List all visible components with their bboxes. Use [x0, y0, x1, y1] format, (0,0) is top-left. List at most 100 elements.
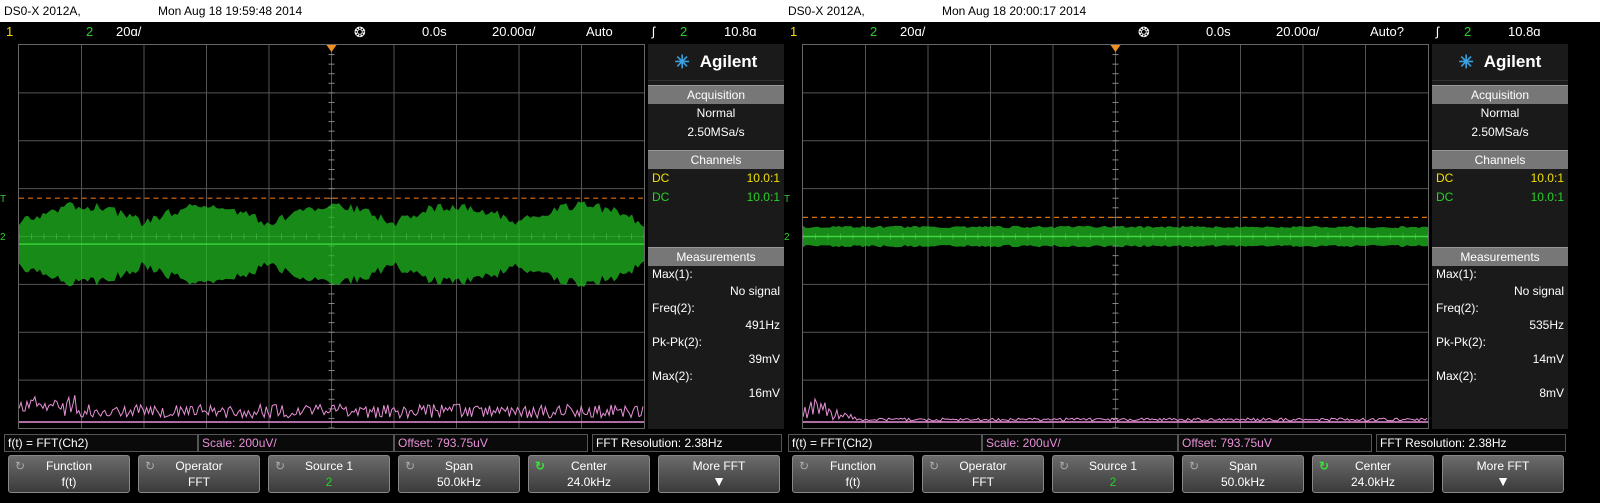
channels-header: Channels — [1432, 150, 1568, 169]
trigger-level: 10.8ɑ — [724, 22, 757, 42]
span-softkey[interactable]: ↻ Span 50.0kHz — [1182, 455, 1304, 493]
datetime-label: Mon Aug 18 19:59:48 2014 — [158, 0, 302, 22]
rotate-knob-icon: ↻ — [275, 458, 285, 474]
run-status-icon: ❂ — [1138, 22, 1150, 42]
fft-scale: Scale: 200uV/ — [982, 434, 1178, 452]
fft-info-bar: f(t) = FFT(Ch2) Scale: 200uV/ Offset: 79… — [784, 434, 1600, 452]
rotate-knob-icon: ↻ — [405, 458, 415, 474]
more-fft-softkey[interactable]: More FFT ▼ — [1442, 455, 1564, 493]
trigger-level: 10.8ɑ — [1508, 22, 1541, 42]
meas-value: 39mV — [648, 351, 784, 368]
function-softkey[interactable]: ↻ Function f(t) — [792, 455, 914, 493]
meas-label: Max(2): — [1432, 368, 1568, 385]
channel-row: DC 10.0:1 — [1432, 188, 1568, 207]
arrow-down-icon: ▼ — [659, 474, 779, 488]
trigger-position-icon — [327, 45, 337, 52]
time-position: 0.0s — [422, 22, 447, 42]
meas-label: Pk-Pk(2): — [1432, 334, 1568, 351]
trigger-level-marker: T — [784, 194, 802, 205]
softkey-bar: ↻ Function f(t) ↻ Operator FFT ↻ Source 12 ↻ S… — [784, 455, 1600, 501]
meas-value: 14mV — [1432, 351, 1568, 368]
measurements-header: Measurements — [1432, 247, 1568, 266]
title-bar: DS0-X 2012A, Mon Aug 18 19:59:48 2014 — [0, 0, 784, 22]
trigger-slope-icon: ʃ — [652, 22, 655, 42]
measurements-header: Measurements — [648, 247, 784, 266]
center-softkey[interactable]: ↻ Center 24.0kHz — [1312, 455, 1434, 493]
acquisition-header: Acquisition — [1432, 85, 1568, 104]
source1-softkey[interactable]: ↻ Source 12 — [268, 455, 390, 493]
active-knob-icon: ↻ — [1319, 458, 1329, 474]
ch2-ground-marker: 2 — [784, 232, 802, 243]
waveform-display[interactable] — [802, 44, 1429, 429]
scope-screen-right: DS0-X 2012A, Mon Aug 18 20:00:17 2014 1 … — [784, 0, 1600, 503]
run-status-icon: ❂ — [354, 22, 366, 42]
fft-function: f(t) = FFT(Ch2) — [4, 434, 198, 452]
rotate-knob-icon: ↻ — [1189, 458, 1199, 474]
model-label: DS0-X 2012A, — [4, 0, 81, 22]
time-scale: 20.00ɑ/ — [492, 22, 535, 42]
fft-function: f(t) = FFT(Ch2) — [788, 434, 982, 452]
meas-label: Freq(2): — [1432, 300, 1568, 317]
trigger-source: 2 — [1464, 22, 1471, 42]
source1-softkey[interactable]: ↻ Source 12 — [1052, 455, 1174, 493]
side-panel: ✳ Agilent Acquisition Normal 2.50MSa/s Ch… — [1432, 44, 1568, 429]
span-softkey[interactable]: ↻ Span 50.0kHz — [398, 455, 520, 493]
ch1-indicator[interactable]: 1 — [6, 22, 13, 42]
acq-mode: Normal — [1432, 104, 1568, 123]
agilent-logo: ✳ Agilent — [1432, 44, 1568, 81]
acquisition-header: Acquisition — [648, 85, 784, 104]
ch1-indicator[interactable]: 1 — [790, 22, 797, 42]
acq-rate: 2.50MSa/s — [648, 123, 784, 142]
trigger-position-icon — [1111, 45, 1121, 52]
agilent-spark-icon: ✳ — [1459, 52, 1474, 73]
meas-label: Max(1): — [648, 266, 784, 283]
fft-offset: Offset: 793.75uV — [394, 434, 588, 452]
channels-header: Channels — [648, 150, 784, 169]
acq-rate: 2.50MSa/s — [1432, 123, 1568, 142]
ch2-scale: 20ɑ/ — [900, 22, 925, 42]
center-softkey[interactable]: ↻ Center 24.0kHz — [528, 455, 650, 493]
arrow-down-icon: ▼ — [1443, 474, 1563, 488]
meas-label: Pk-Pk(2): — [648, 334, 784, 351]
agilent-logo: ✳ Agilent — [648, 44, 784, 81]
active-knob-icon: ↻ — [535, 458, 545, 474]
acq-mode: Normal — [648, 104, 784, 123]
time-scale: 20.00ɑ/ — [1276, 22, 1319, 42]
trigger-slope-icon: ʃ — [1436, 22, 1439, 42]
ch2-scale: 20ɑ/ — [116, 22, 141, 42]
rotate-knob-icon: ↻ — [929, 458, 939, 474]
softkey-bar: ↻ Function f(t) ↻ Operator FFT ↻ Source 12 ↻ S… — [0, 455, 784, 501]
agilent-spark-icon: ✳ — [675, 52, 690, 73]
fft-resolution: FFT Resolution: 2.38Hz — [592, 434, 782, 452]
channel-row: DC 10.0:1 — [648, 169, 784, 188]
meas-value: 491Hz — [648, 317, 784, 334]
datetime-label: Mon Aug 18 20:00:17 2014 — [942, 0, 1086, 22]
meas-label: Max(2): — [648, 368, 784, 385]
fft-resolution: FFT Resolution: 2.38Hz — [1376, 434, 1566, 452]
ch2-ground-marker: 2 — [0, 232, 18, 243]
more-fft-softkey[interactable]: More FFT ▼ — [658, 455, 780, 493]
operator-softkey[interactable]: ↻ Operator FFT — [138, 455, 260, 493]
ch2-indicator[interactable]: 2 — [86, 22, 93, 42]
operator-softkey[interactable]: ↻ Operator FFT — [922, 455, 1044, 493]
meas-label: Freq(2): — [648, 300, 784, 317]
channel-row: DC 10.0:1 — [648, 188, 784, 207]
meas-value: No signal — [1432, 283, 1568, 300]
time-position: 0.0s — [1206, 22, 1231, 42]
status-bar: 1 2 20ɑ/ ❂ 0.0s 20.00ɑ/ Auto? ʃ 2 10.8ɑ — [784, 22, 1600, 42]
trigger-level-marker: T — [0, 194, 18, 205]
meas-value: 8mV — [1432, 385, 1568, 402]
meas-value: No signal — [648, 283, 784, 300]
fft-offset: Offset: 793.75uV — [1178, 434, 1372, 452]
function-softkey[interactable]: ↻ Function f(t) — [8, 455, 130, 493]
fft-scale: Scale: 200uV/ — [198, 434, 394, 452]
meas-value: 16mV — [648, 385, 784, 402]
channel-row: DC 10.0:1 — [1432, 169, 1568, 188]
ch2-indicator[interactable]: 2 — [870, 22, 877, 42]
trigger-mode: Auto — [586, 22, 613, 42]
rotate-knob-icon: ↻ — [799, 458, 809, 474]
model-label: DS0-X 2012A, — [788, 0, 865, 22]
rotate-knob-icon: ↻ — [15, 458, 25, 474]
graticule — [18, 44, 645, 429]
waveform-display[interactable] — [18, 44, 645, 429]
